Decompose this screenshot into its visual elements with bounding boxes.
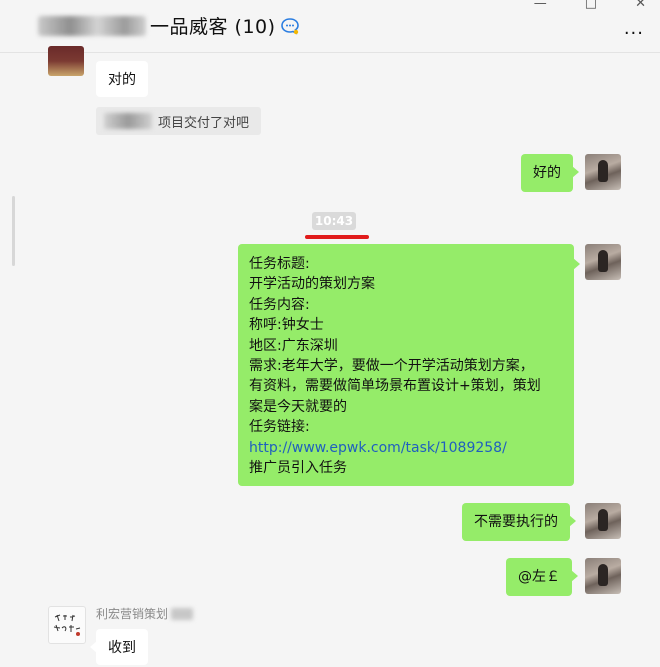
task-line: 有资料，需要做简单场景布置设计+策划，策划 (249, 378, 541, 395)
blurred-group-name (38, 15, 146, 36)
quoted-message[interactable]: 项目交付了对吧 (96, 107, 262, 135)
task-message-bubble[interactable]: 任务标题: 开学活动的策划方案 任务内容: 称呼:钟女士 地区:广东深圳 需求:… (238, 244, 580, 486)
message-text: 好的 (533, 165, 561, 181)
my-avatar[interactable] (585, 558, 621, 594)
red-underline-annotation (305, 235, 369, 239)
task-line: 案是今天就要的 (249, 398, 347, 415)
my-avatar[interactable] (585, 244, 621, 280)
minimize-button[interactable]: — (534, 0, 547, 11)
quote-text: 项目交付了对吧 (158, 115, 250, 131)
task-line: 任务链接: (249, 419, 310, 436)
scrollbar[interactable] (12, 196, 15, 266)
task-line: 任务内容: (249, 296, 310, 313)
task-line: 开学活动的策划方案 (249, 276, 375, 293)
message-bubble-right[interactable]: @左￡ (506, 558, 578, 596)
chat-bubble-icon[interactable] (280, 16, 300, 36)
contact-avatar[interactable] (48, 46, 84, 76)
blurred-sender-suffix (171, 607, 194, 620)
message-text: @左￡ (518, 569, 560, 585)
message-bubble-right[interactable]: 好的 (521, 154, 579, 192)
message-text: 收到 (108, 640, 136, 656)
timestamp: 10:43 (312, 212, 356, 230)
maximize-button[interactable]: □ (585, 0, 597, 11)
sender-line: 利宏营销策划 (96, 605, 194, 622)
message-bubble-left[interactable]: 收到 (90, 629, 148, 665)
task-line: 需求:老年大学，要做一个开学活动策划方案， (249, 358, 534, 375)
message-text: 不需要执行的 (474, 514, 558, 530)
task-link[interactable]: http://www.epwk.com/task/1089258/ (249, 438, 563, 458)
calligraphy-avatar-icon (53, 614, 81, 636)
chat-title-group: 一品威客 (10) (38, 12, 300, 39)
more-options-button[interactable]: ... (624, 20, 644, 38)
sender-name: 利宏营销策划 (96, 607, 169, 621)
window-controls: — □ ✕ (534, 0, 646, 11)
task-line: 称呼:钟女士 (249, 317, 324, 334)
sender-avatar[interactable] (48, 606, 86, 644)
my-avatar[interactable] (585, 154, 621, 190)
chat-title[interactable]: 一品威客 (10) (150, 12, 276, 39)
close-button[interactable]: ✕ (635, 0, 646, 11)
message-bubble-left[interactable]: 对的 (96, 61, 148, 97)
my-avatar[interactable] (585, 503, 621, 539)
task-line: 任务标题: (249, 256, 310, 272)
message-bubble-right[interactable]: 不需要执行的 (462, 503, 576, 541)
task-footer: 推广员引入任务 (249, 460, 347, 477)
chat-header: 一品威客 (10) — □ ✕ ... (0, 0, 660, 53)
message-text: 对的 (108, 72, 136, 88)
task-line: 地区:广东深圳 (249, 337, 338, 354)
blurred-quote-sender (104, 113, 152, 129)
